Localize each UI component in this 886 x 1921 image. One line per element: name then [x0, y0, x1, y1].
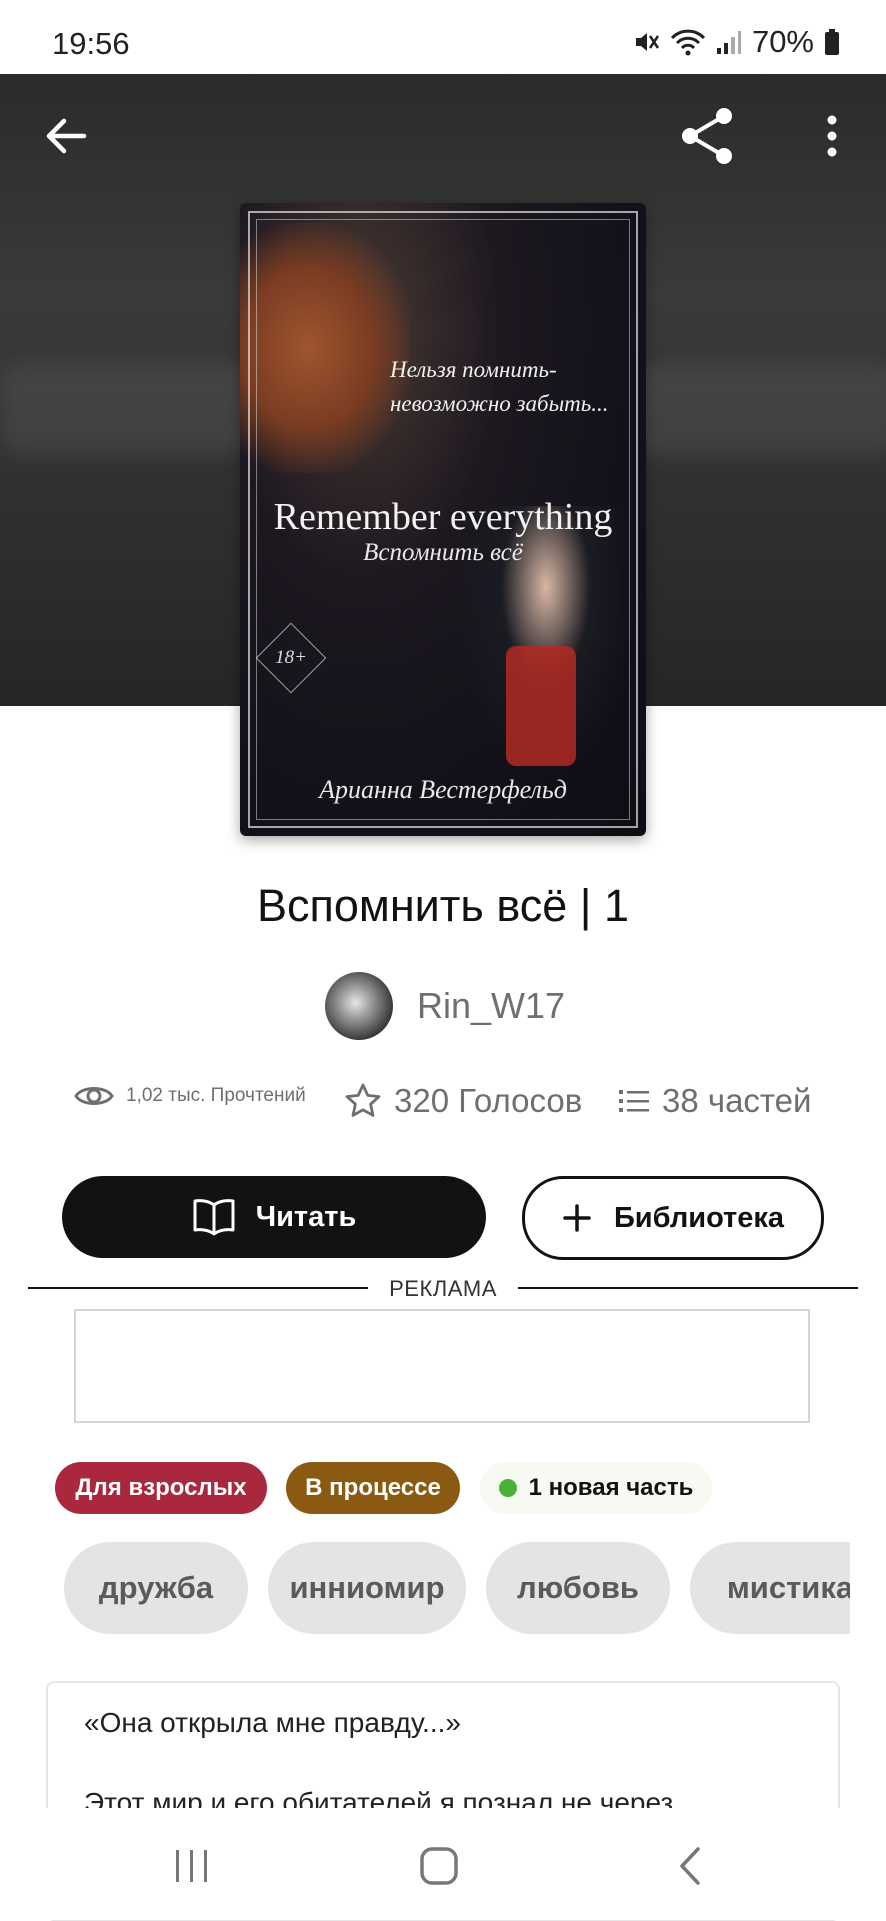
share-icon: [682, 108, 732, 164]
story-stats: 1,02 тыс. Прочтений 320 Голосов 38 часте…: [74, 1082, 834, 1132]
recent-apps-button[interactable]: [157, 1836, 227, 1896]
cover-subtitle: Вспомнить всё: [363, 539, 523, 566]
tag-chip[interactable]: мистика: [690, 1542, 850, 1634]
chevron-left-icon: [680, 1847, 700, 1885]
story-title: Вспомнить всё | 1: [256, 880, 630, 931]
mature-badge: Для взрослых: [55, 1462, 267, 1514]
stat-votes: 320 Голосов: [344, 1082, 582, 1120]
author-link[interactable]: Rin_W17: [325, 972, 565, 1040]
tag-chip[interactable]: инниомир: [268, 1542, 466, 1634]
cover-quote-line-1: Нельзя помнить-: [390, 357, 557, 382]
description-line-1: «Она открыла мне правду...»: [84, 1707, 461, 1738]
book-cover[interactable]: Нельзя помнить- невозможно забыть... Rem…: [240, 203, 646, 836]
cover-title: Remember everything: [273, 496, 613, 538]
stat-reads: 1,02 тыс. Прочтений: [74, 1082, 306, 1110]
new-dot-icon: [498, 1479, 517, 1497]
signal-icon: [716, 31, 741, 54]
read-button-label: Читать: [255, 1200, 357, 1233]
status-icons: 70%: [632, 24, 840, 60]
read-button[interactable]: Читать: [62, 1176, 486, 1258]
stat-parts[interactable]: 38 частей: [618, 1082, 811, 1120]
list-icon: [619, 1090, 649, 1112]
ad-divider-left: [28, 1287, 368, 1289]
star-icon: [345, 1083, 381, 1117]
ad-slot[interactable]: [74, 1309, 810, 1423]
ongoing-badge: В процессе: [286, 1462, 460, 1514]
new-part-badge: 1 новая часть: [480, 1462, 712, 1514]
tag-chip[interactable]: дружба: [64, 1542, 248, 1634]
cover-author: Арианна Вестерфельд: [319, 775, 567, 804]
wifi-icon: [670, 29, 706, 56]
status-time: 19:56: [52, 26, 130, 61]
parts-count: 38 частей: [662, 1082, 812, 1119]
status-bar: 19:56 70%: [0, 0, 886, 74]
arrow-left-icon: [46, 118, 87, 154]
votes-count: 320 Голосов: [394, 1082, 583, 1119]
back-button[interactable]: [34, 104, 98, 168]
recents-icon: [176, 1850, 207, 1882]
cover-quote-line-2: невозможно забыть...: [390, 391, 609, 416]
add-to-library-button[interactable]: Библиотека: [522, 1176, 824, 1260]
reads-count: 1,02 тыс. Прочтений: [126, 1085, 306, 1106]
eye-icon: [74, 1087, 114, 1105]
battery-percent: 70%: [751, 24, 814, 59]
more-options-button[interactable]: [800, 104, 864, 168]
author-name[interactable]: Rin_W17: [417, 985, 565, 1027]
cover-quote: Нельзя помнить- невозможно забыть...: [390, 353, 640, 421]
nav-back-button[interactable]: [654, 1836, 724, 1896]
more-vertical-icon: [827, 115, 837, 157]
new-part-label: 1 новая часть: [528, 1474, 694, 1501]
home-icon: [420, 1847, 458, 1885]
share-button[interactable]: [676, 104, 740, 168]
book-icon: [193, 1199, 235, 1236]
system-nav-bar: [0, 1808, 886, 1920]
ad-label: РЕКЛАМА: [389, 1276, 497, 1301]
mute-icon: [635, 33, 659, 51]
cover-age-text: 18+: [275, 647, 307, 668]
author-avatar[interactable]: [325, 972, 393, 1040]
tag-list: дружба инниомир любовь мистика: [64, 1542, 850, 1634]
plus-icon: [563, 1204, 591, 1232]
library-button-label: Библиотека: [613, 1201, 785, 1234]
tag-chip[interactable]: любовь: [486, 1542, 670, 1634]
battery-icon: [825, 29, 839, 55]
home-button[interactable]: [404, 1836, 474, 1896]
ad-divider-right: [518, 1287, 858, 1289]
